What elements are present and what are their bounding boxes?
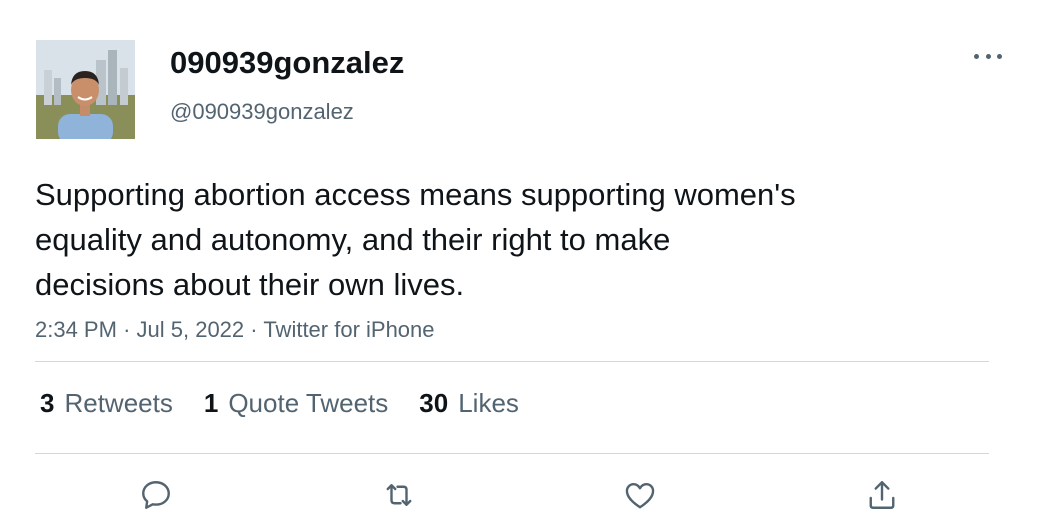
tweet-time[interactable]: 2:34 PM [35, 317, 117, 342]
share-button[interactable] [860, 473, 904, 517]
like-icon [625, 483, 655, 509]
quote-tweets-stat[interactable]: 1 Quote Tweets [204, 388, 388, 419]
share-icon [869, 481, 895, 509]
quote-tweets-count: 1 [203, 388, 219, 418]
likes-count: 30 [419, 388, 449, 418]
tweet-source[interactable]: Twitter for iPhone [263, 317, 434, 342]
tweet-stats: 3 Retweets 1 Quote Tweets 30 Likes [40, 388, 550, 419]
likes-stat[interactable]: 30 Likes [419, 388, 519, 419]
retweet-button[interactable] [377, 473, 421, 517]
like-button[interactable] [618, 473, 662, 517]
divider [35, 361, 989, 362]
quote-tweets-label: Quote Tweets [228, 388, 389, 418]
reply-button[interactable] [134, 473, 178, 517]
tweet-text: Supporting abortion access means support… [35, 177, 796, 302]
retweet-icon [386, 484, 412, 506]
retweets-label: Retweets [64, 388, 173, 418]
avatar[interactable] [36, 40, 135, 139]
more-options-icon[interactable] [974, 46, 1002, 66]
retweets-stat[interactable]: 3 Retweets [40, 388, 173, 419]
likes-label: Likes [458, 388, 519, 418]
reply-icon [142, 481, 170, 509]
meta-separator: · [123, 317, 131, 342]
meta-separator: · [250, 317, 258, 342]
divider [35, 453, 989, 454]
tweet-date[interactable]: Jul 5, 2022 [137, 317, 245, 342]
retweets-count: 3 [40, 388, 55, 418]
tweet-meta: 2:34 PM · Jul 5, 2022 · Twitter for iPho… [35, 317, 435, 343]
user-handle[interactable]: @090939gonzalez [170, 99, 354, 125]
display-name[interactable]: 090939gonzalez [170, 45, 404, 81]
